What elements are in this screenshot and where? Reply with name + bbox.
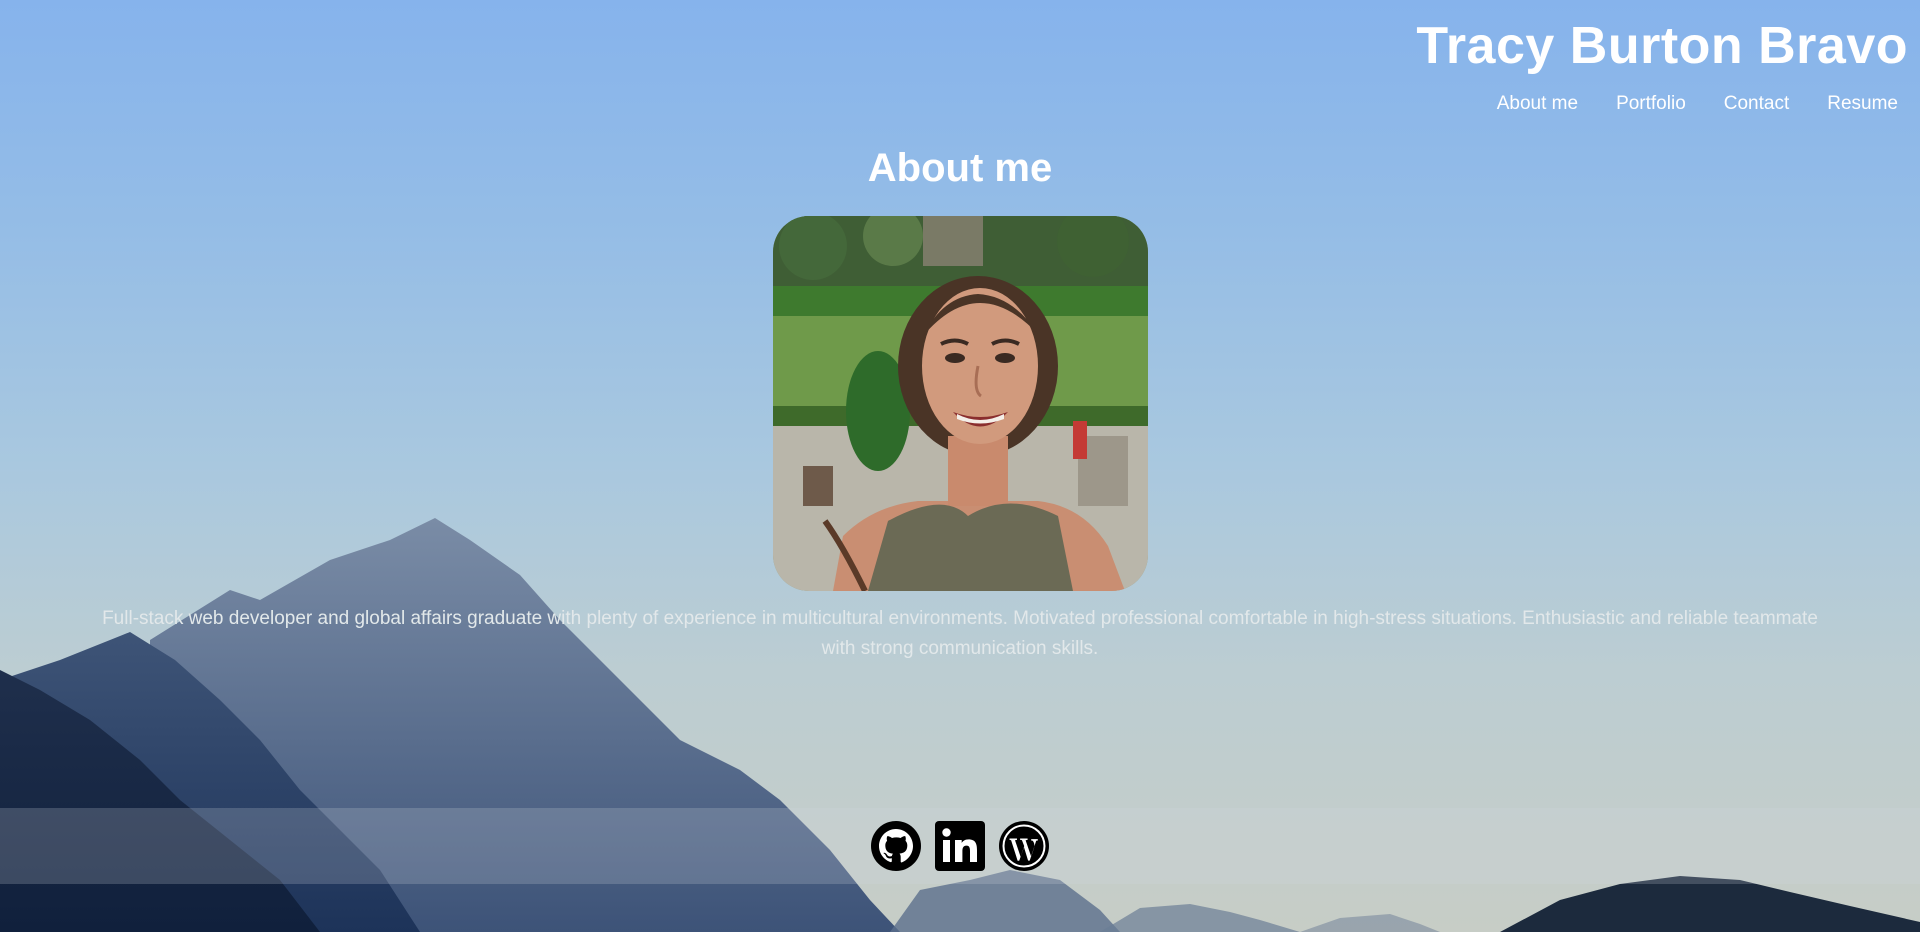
main-nav: About me Portfolio Contact Resume <box>1416 92 1908 116</box>
nav-about-me[interactable]: About me <box>1497 92 1578 116</box>
site-title[interactable]: Tracy Burton Bravo <box>1416 14 1908 78</box>
social-links <box>0 820 1920 872</box>
nav-portfolio[interactable]: Portfolio <box>1616 92 1686 116</box>
site-header: Tracy Burton Bravo About me Portfolio Co… <box>1416 14 1908 116</box>
github-icon[interactable] <box>870 820 922 872</box>
linkedin-icon[interactable] <box>934 820 986 872</box>
nav-resume[interactable]: Resume <box>1827 92 1898 116</box>
nav-contact[interactable]: Contact <box>1724 92 1789 116</box>
profile-photo <box>773 216 1148 591</box>
about-heading: About me <box>867 146 1053 190</box>
bio-text: Full-stack web developer and global affa… <box>102 608 1818 659</box>
wordpress-icon[interactable] <box>998 820 1050 872</box>
